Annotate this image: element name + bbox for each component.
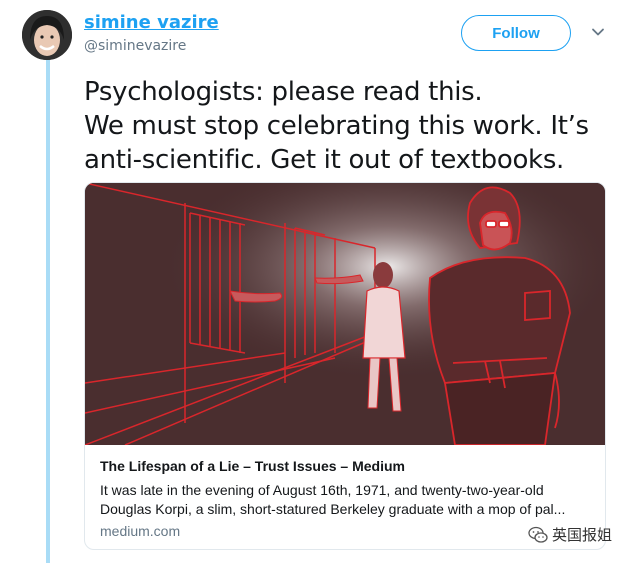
card-description: It was late in the evening of August 16t… (100, 481, 595, 519)
link-preview-card[interactable]: The Lifespan of a Lie – Trust Issues – M… (84, 182, 606, 550)
user-display-name[interactable]: simine vazire (84, 12, 219, 33)
card-domain: medium.com (100, 523, 181, 539)
tweet-text: Psychologists: please read this. We must… (84, 75, 624, 177)
tweet-line: Psychologists: please read this. (84, 77, 483, 107)
tweet-line: We must stop celebrating this work. It’s (84, 111, 589, 141)
user-handle[interactable]: @siminevazire (84, 38, 186, 54)
card-illustration-image[interactable] (85, 183, 605, 446)
card-description-line: It was late in the evening of August 16t… (100, 482, 544, 498)
watermark-text: 英国报姐 (552, 526, 613, 544)
watermark: 英国报姐 (528, 524, 612, 545)
wechat-icon (528, 525, 548, 545)
avatar[interactable] (22, 10, 72, 60)
card-title[interactable]: The Lifespan of a Lie – Trust Issues – M… (100, 458, 405, 474)
chevron-down-icon[interactable] (590, 24, 606, 40)
tweet-line: anti-scientific. Get it out of textbooks… (84, 145, 565, 175)
card-description-line: Douglas Korpi, a slim, short-statured Be… (100, 501, 566, 517)
follow-button[interactable]: Follow (461, 15, 571, 51)
thread-connector-line (46, 56, 50, 563)
